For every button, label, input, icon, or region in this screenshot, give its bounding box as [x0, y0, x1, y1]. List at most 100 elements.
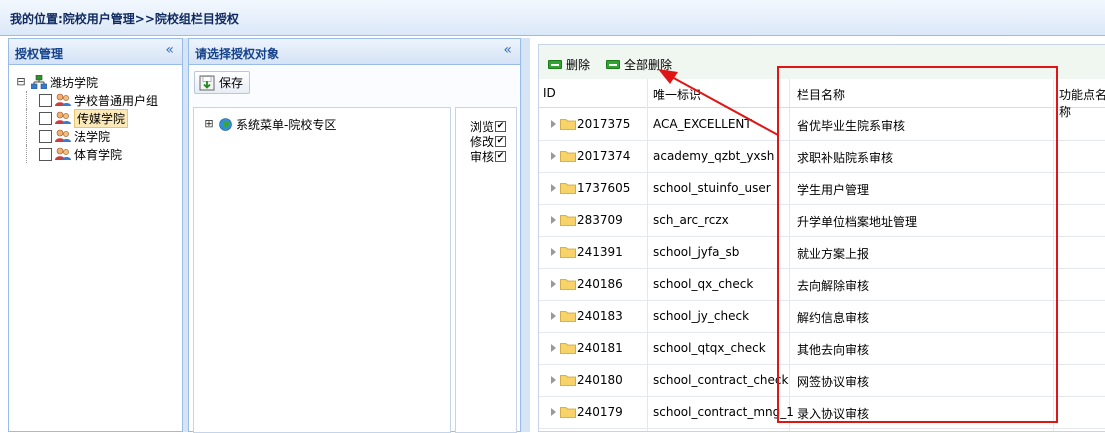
folder-icon [560, 151, 576, 162]
expand-arrow-icon[interactable] [551, 184, 556, 192]
panel-splitter[interactable] [521, 38, 530, 432]
cell-key: school_contract_check [653, 373, 789, 387]
tree-group-item[interactable]: 体育学院 [21, 145, 158, 163]
tree-line [26, 127, 36, 145]
expand-arrow-icon[interactable] [551, 248, 556, 256]
table-row[interactable]: 1737605 school_stuinfo_user 学生用户管理 [539, 172, 1105, 205]
cell-name: 录入协议审核 [797, 407, 870, 421]
group-checkbox[interactable] [39, 93, 52, 107]
delete-icon [548, 60, 562, 69]
middle-toolbar: 保存 [189, 65, 520, 107]
group-checkbox[interactable] [39, 147, 52, 161]
right-panel: 删除 全部删除 ID 唯一标识 栏目名称 功能点名称 2017375 ACA_EX… [538, 44, 1105, 432]
table-row[interactable]: 240183 school_jy_check 解约信息审核 [539, 300, 1105, 333]
org-icon [31, 75, 47, 89]
cell-name: 其他去向审核 [797, 343, 870, 357]
menu-tree-box: ⊞ 系统菜单-院校专区 [193, 107, 451, 433]
cell-name: 省优毕业生院系审核 [797, 119, 906, 133]
delete-all-button[interactable]: 全部删除 [606, 56, 672, 73]
save-button[interactable]: 保存 [194, 71, 251, 94]
folder-icon [560, 343, 576, 354]
tree-group-item[interactable]: 传媒学院 [21, 108, 158, 128]
expand-arrow-icon[interactable] [551, 408, 556, 416]
group-checkbox[interactable] [39, 129, 52, 143]
menu-tree-root[interactable]: ⊞ 系统菜单-院校专区 [203, 115, 336, 133]
column-header-id[interactable]: ID [543, 86, 556, 100]
delete-all-icon [606, 60, 620, 69]
expand-arrow-icon[interactable] [551, 152, 556, 160]
column-header-name[interactable]: 栏目名称 [797, 86, 845, 103]
permission-checkbox[interactable]: ✔ [495, 121, 507, 132]
cell-name: 网签协议审核 [797, 375, 870, 389]
cell-id: 1737605 [577, 181, 631, 195]
breadcrumb: 我的位置:院校用户管理>>院校组栏目授权 [10, 12, 239, 26]
org-tree: ⊟ 潍坊学院 学校普通用户组 传媒学院 法学院体育学院 [15, 73, 158, 163]
tree-root-label: 潍坊学院 [50, 75, 99, 90]
cell-key: school_jy_check [653, 309, 750, 323]
save-icon [199, 75, 215, 90]
tree-group-item[interactable]: 学校普通用户组 [21, 91, 158, 109]
tree-line [26, 91, 36, 109]
permission-item[interactable]: 审核 ✔ [470, 149, 509, 164]
cell-name: 就业方案上报 [797, 247, 870, 261]
tree-line [26, 109, 36, 127]
user-group-icon [55, 111, 71, 124]
left-panel-title: 授权管理 [15, 47, 64, 61]
table-row[interactable]: 240179 school_contract_mng_1 录入协议审核 [539, 396, 1105, 429]
cell-name: 去向解除审核 [797, 279, 870, 293]
collapse-toggle-icon[interactable]: ⊟ [15, 76, 27, 87]
cell-id: 2017374 [577, 149, 631, 163]
cell-key: sch_arc_rczx [653, 213, 729, 227]
cell-name: 学生用户管理 [797, 183, 870, 197]
permission-checkbox[interactable]: ✔ [495, 151, 507, 162]
table-row[interactable]: 240186 school_qx_check 去向解除审核 [539, 268, 1105, 301]
collapse-middle-icon[interactable]: « [503, 42, 512, 58]
top-bar: 我的位置:院校用户管理>>院校组栏目授权 [0, 0, 1105, 36]
globe-icon [219, 117, 232, 131]
cell-id: 240181 [577, 341, 623, 355]
permission-item[interactable]: 修改 ✔ [470, 134, 509, 149]
expand-arrow-icon[interactable] [551, 120, 556, 128]
tree-root[interactable]: ⊟ 潍坊学院 [15, 73, 158, 91]
cell-key: school_contract_mng_1 [653, 405, 794, 419]
folder-icon [560, 407, 576, 418]
cell-key: school_stuinfo_user [653, 181, 771, 195]
folder-icon [560, 375, 576, 386]
permission-item[interactable]: 浏览 ✔ [470, 119, 509, 134]
permission-checkbox[interactable]: ✔ [495, 136, 507, 147]
permission-label: 审核 [470, 150, 495, 164]
tree-group-item[interactable]: 法学院 [21, 127, 158, 145]
cell-id: 240180 [577, 373, 623, 387]
delete-button[interactable]: 删除 [548, 56, 590, 73]
tree-line [26, 145, 36, 163]
expand-arrow-icon[interactable] [551, 280, 556, 288]
user-group-icon [55, 93, 71, 106]
permission-box: 浏览 ✔ 修改 ✔ 审核 ✔ [455, 107, 517, 433]
expand-arrow-icon[interactable] [551, 216, 556, 224]
cell-id: 283709 [577, 213, 623, 227]
table-row[interactable]: 2017375 ACA_EXCELLENT 省优毕业生院系审核 [539, 108, 1105, 141]
expand-arrow-icon[interactable] [551, 376, 556, 384]
tree-group-label: 体育学院 [74, 147, 123, 162]
collapse-left-icon[interactable]: « [165, 42, 174, 58]
folder-icon [560, 247, 576, 258]
user-group-icon [55, 147, 71, 160]
expand-arrow-icon[interactable] [551, 344, 556, 352]
permission-list: 浏览 ✔ 修改 ✔ 审核 ✔ [470, 119, 509, 164]
column-header-key[interactable]: 唯一标识 [653, 86, 701, 103]
table-row[interactable]: 240180 school_contract_check 网签协议审核 [539, 364, 1105, 397]
cell-id: 241391 [577, 245, 623, 259]
expand-toggle-icon[interactable]: ⊞ [203, 118, 215, 129]
cell-id: 240186 [577, 277, 623, 291]
folder-icon [560, 119, 576, 130]
expand-arrow-icon[interactable] [551, 312, 556, 320]
table-row[interactable]: 283709 sch_arc_rczx 升学单位档案地址管理 [539, 204, 1105, 237]
table-row[interactable]: 240181 school_qtqx_check 其他去向审核 [539, 332, 1105, 365]
group-checkbox[interactable] [39, 111, 52, 125]
table-row[interactable]: 241391 school_jyfa_sb 就业方案上报 [539, 236, 1105, 269]
table-row[interactable]: 2017374 academy_qzbt_yxsh 求职补贴院系审核 [539, 140, 1105, 173]
grid-toolbar: 删除 全部删除 [539, 45, 1105, 80]
tree-group-label: 学校普通用户组 [74, 93, 159, 108]
save-button-label: 保存 [219, 76, 244, 90]
cell-id: 240183 [577, 309, 623, 323]
